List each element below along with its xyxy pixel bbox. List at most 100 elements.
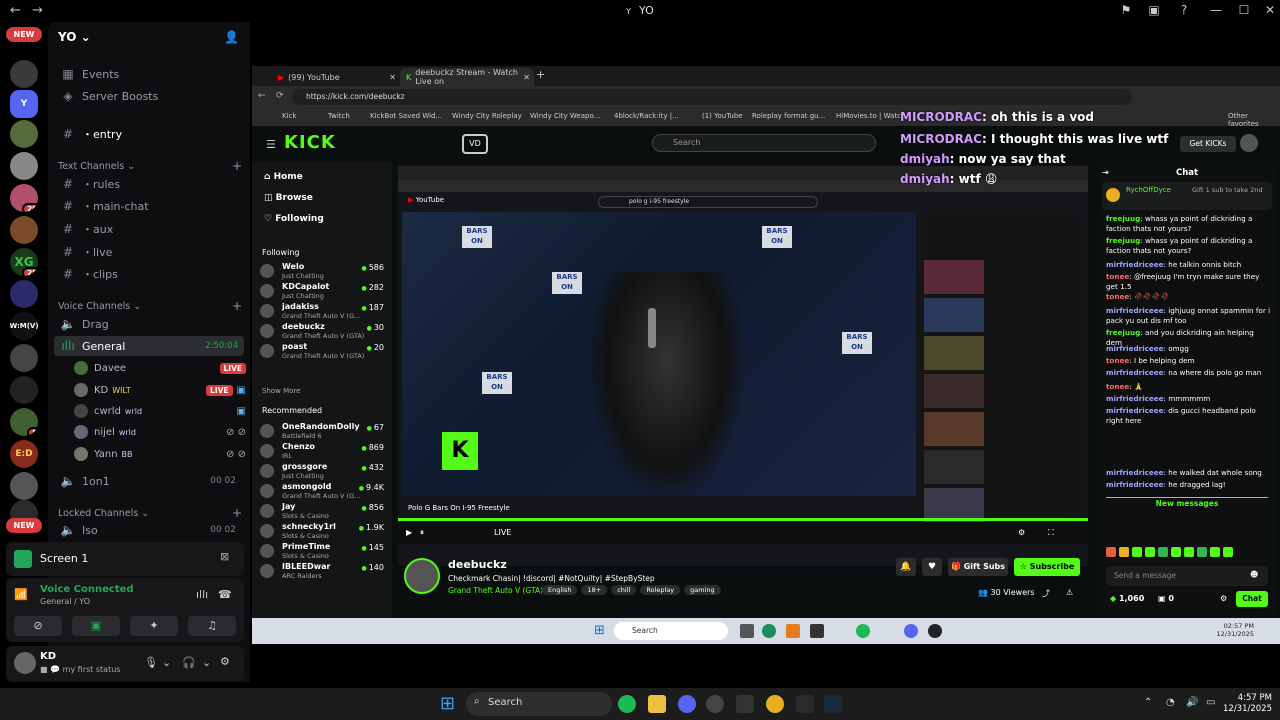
streamer-avatar[interactable] (404, 558, 440, 594)
settings-gear-icon[interactable]: ⚙ (220, 655, 230, 668)
server-name-button[interactable]: YO ⌄ (58, 30, 91, 44)
voice-user[interactable]: Yann BB ⊘ ⊘ (74, 444, 246, 464)
channel-list-item[interactable]: OneRandomDollyBattlefield 667 (260, 422, 384, 444)
subscribe-button[interactable]: ☆ Subscribe (1014, 558, 1080, 576)
server-icon[interactable] (10, 376, 38, 404)
camera-off-button[interactable]: ⊘ (14, 616, 62, 636)
kicks-balance[interactable]: ◆ 1,060 (1110, 594, 1144, 603)
soundboard-button[interactable]: ♫ (188, 616, 236, 636)
chat-username[interactable]: tonee (1106, 292, 1129, 301)
points-balance[interactable]: ▣ 0 (1158, 594, 1174, 603)
clock[interactable]: 4:57 PM 12/31/2025 (1222, 693, 1272, 715)
kick-search-input[interactable]: Search (652, 134, 876, 152)
server-icon[interactable] (10, 152, 38, 180)
app-icon[interactable] (786, 624, 800, 638)
chat-username[interactable]: mirfriedriceee (1106, 344, 1164, 353)
channel-list-item[interactable]: KDCapalotJust Chatting282 (260, 282, 384, 304)
channel-rules[interactable]: # ・rules (54, 174, 244, 194)
file-explorer-icon[interactable] (648, 695, 666, 713)
channel-list-item[interactable]: ChenzoIRL869 (260, 442, 384, 464)
settings-gear-icon[interactable]: ⚙ (1018, 528, 1025, 537)
app-icon[interactable] (796, 695, 814, 713)
new-tab-icon[interactable]: + (536, 68, 545, 81)
server-icon[interactable] (10, 120, 38, 148)
new-pill[interactable]: NEW (6, 27, 42, 42)
channel-list-item[interactable]: asmongoldGrand Theft Auto V (G...9.4K (260, 482, 384, 504)
server-icon[interactable] (10, 472, 38, 500)
pause-icon[interactable]: ⏸ (420, 528, 424, 538)
voice-channel-iso[interactable]: 🔈 Iso 00 02 (54, 520, 244, 540)
server-icon[interactable]: W:M(V) (10, 312, 38, 340)
voice-status[interactable]: Voice Connected (40, 584, 134, 595)
channel-list-item[interactable]: schnecky1rlSlots & Casino1.9K (260, 522, 384, 544)
channel-aux[interactable]: # ・aux (54, 219, 244, 239)
flag-icon[interactable]: ⚑ (1116, 3, 1136, 17)
voice-user[interactable]: Davee LIVE (74, 358, 246, 378)
spotify-icon[interactable] (856, 624, 870, 638)
voice-user[interactable]: KD WILT LIVE ▣ (74, 380, 246, 400)
chat-message[interactable]: mirfriedriceee: ighjuug onnat spammin fo… (1106, 306, 1272, 326)
tray-chevron-icon[interactable]: ⌃ (1144, 697, 1152, 708)
chat-message[interactable]: mirfriedriceee: mmmmmm (1106, 394, 1272, 404)
text-channels-category[interactable]: Text Channels ⌄ + (58, 159, 242, 173)
app-icon[interactable] (928, 624, 942, 638)
chrome-icon[interactable] (766, 695, 784, 713)
inbox-icon[interactable]: ▣ (1144, 3, 1164, 17)
play-icon[interactable]: ▶ (406, 528, 412, 537)
events-item[interactable]: ▦ Events (54, 64, 244, 84)
voice-user[interactable]: nijel wrld ⊘ ⊘ (74, 422, 246, 442)
chat-message[interactable]: mirfriedriceee: he walked dat whole song (1106, 468, 1272, 478)
discord-icon[interactable] (904, 624, 918, 638)
server-icon[interactable]: 20 (10, 184, 38, 212)
voice-channel-drag[interactable]: 🔈 Drag (54, 314, 244, 334)
send-chat-button[interactable]: Chat (1236, 591, 1268, 607)
voice-location[interactable]: General / YO (40, 597, 90, 606)
tab-kick[interactable]: Kdeebuckz Stream - Watch Live on ✕ (400, 68, 534, 86)
steam-icon[interactable] (824, 695, 842, 713)
volume-icon[interactable]: 🔊 (1186, 697, 1198, 708)
category-link[interactable]: Grand Theft Auto V (GTA) (448, 586, 543, 595)
chat-message[interactable]: tonee: 🙏 (1106, 382, 1272, 392)
chat-username[interactable]: mirfriedriceee (1106, 480, 1164, 489)
channel-list-item[interactable]: PrimeTimeSlots & Casino145 (260, 542, 384, 564)
chat-message[interactable]: tonee: @freejuug I'm tryn make sure they… (1106, 272, 1272, 292)
stream-tag[interactable]: gaming (684, 585, 721, 595)
taskbar-search-input[interactable]: ⌕ Search (466, 692, 612, 716)
chat-message[interactable]: mirfriedriceee: he talkin onnis bitch (1106, 260, 1272, 270)
epic-games-icon[interactable] (736, 695, 754, 713)
chat-username[interactable]: tonee (1106, 356, 1129, 365)
channel-main-chat[interactable]: # ・main-chat (54, 196, 244, 216)
channel-list-item[interactable]: JaySlots & Casino856 (260, 502, 384, 524)
channel-list-item[interactable]: IBLEEDwarARC Raiders140 (260, 562, 384, 584)
chat-message[interactable]: tonee: 🥀🥀🥀🥀 (1106, 292, 1272, 302)
chat-username[interactable]: tonee (1106, 382, 1129, 391)
channel-live[interactable]: # ・live (54, 242, 244, 262)
headphones-icon[interactable]: 🎧 (182, 656, 196, 669)
stream-tag[interactable]: chill (611, 585, 637, 595)
stream-tag[interactable]: 18+ (581, 585, 608, 595)
locked-channels-category[interactable]: Locked Channels ⌄ + (58, 506, 242, 520)
close-button[interactable]: ✕ (1260, 3, 1280, 17)
chat-username[interactable]: mirfriedriceee (1106, 260, 1164, 269)
fullscreen-icon[interactable]: ⛶ (1048, 528, 1054, 538)
stream-view[interactable]: ▶ (99) YouTube ✕ Kdeebuckz Stream - Watch … (252, 66, 1280, 644)
close-screen-icon[interactable]: ⊠ (220, 550, 229, 563)
emoji-icon[interactable]: ☻ (1250, 570, 1258, 579)
spotify-icon[interactable] (618, 695, 636, 713)
channel-list-item[interactable]: deebuckzGrand Theft Auto V (GTA)30 (260, 322, 384, 344)
video-player[interactable]: ▶ YouTube polo g i-95 freestyle BARS ON B… (398, 166, 1088, 566)
chat-input[interactable]: Send a message (1106, 566, 1268, 586)
app-icon[interactable] (740, 624, 754, 638)
tab-youtube[interactable]: ▶ (99) YouTube ✕ (272, 68, 400, 86)
streamer-name[interactable]: deebuckz (448, 558, 507, 571)
chat-username[interactable]: mirfriedriceee (1106, 368, 1164, 377)
inner-search-input[interactable]: Search (614, 622, 728, 640)
activities-button[interactable]: ✦ (130, 616, 178, 636)
user-status[interactable]: ■ 💬 my first status (40, 665, 120, 674)
emote-bar[interactable] (1106, 547, 1272, 561)
kick-logo[interactable]: KICK (284, 132, 336, 153)
chat-username[interactable]: tonee (1106, 272, 1129, 281)
channel-list-item[interactable]: jadakissGrand Theft Auto V (G...187 (260, 302, 384, 324)
app-icon[interactable] (706, 695, 724, 713)
chat-username[interactable]: freejuug (1106, 328, 1140, 337)
